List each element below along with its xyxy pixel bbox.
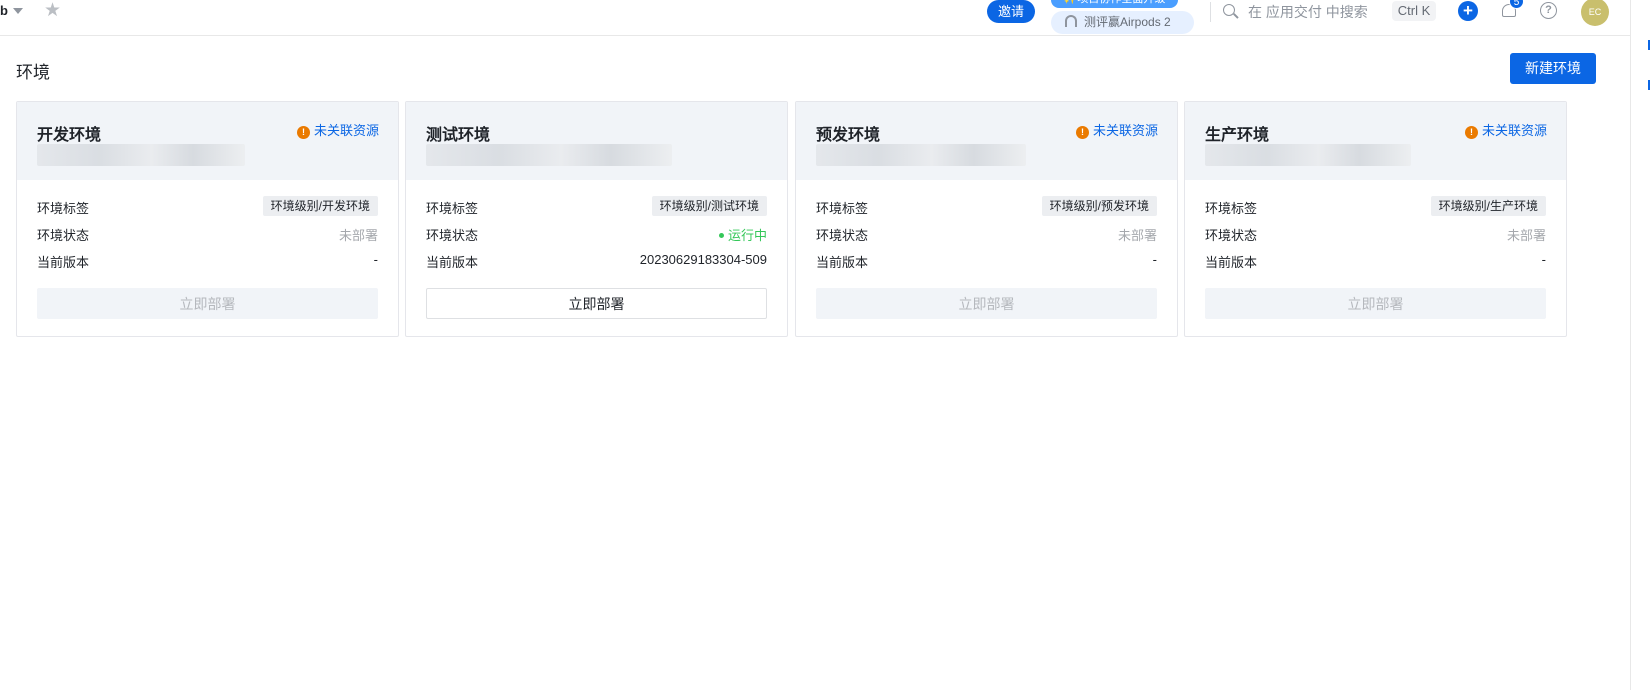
env-tag: 环境级别/开发环境 — [262, 196, 378, 216]
warning-icon: ! — [1075, 126, 1089, 139]
warning-label: 未关联资源 — [1092, 123, 1158, 138]
headphones-icon — [1065, 15, 1077, 27]
new-environment-button[interactable]: 新建环境 — [1510, 53, 1596, 84]
status-label: 环境状态 — [426, 228, 479, 243]
promo-banner-review[interactable]: 测评赢Airpods 2 — [1051, 11, 1194, 34]
warning-icon: ! — [296, 126, 310, 139]
blurred-meta — [426, 144, 672, 166]
warning-label: 未关联资源 — [1481, 123, 1547, 138]
version-row: 当前版本 - — [1205, 250, 1546, 270]
notification-badge: 5 — [1509, 0, 1524, 9]
env-tag: 环境级别/测试环境 — [651, 196, 767, 216]
tag-label: 环境标签 — [37, 201, 90, 216]
status-value: 未部署 — [338, 228, 378, 243]
avatar[interactable]: EC — [1581, 0, 1609, 26]
status-row: 环境状态 未部署 — [37, 223, 378, 243]
blurred-meta — [37, 144, 245, 166]
version-value: 20230629183304-509 — [639, 252, 767, 267]
promo-review-label: 测评赢Airpods 2 — [1084, 15, 1171, 29]
version-row: 当前版本 20230629183304-509 — [426, 250, 767, 270]
create-plus-icon[interactable]: + — [1458, 1, 1478, 21]
version-label: 当前版本 — [426, 255, 479, 270]
status-row: 环境状态 运行中 — [426, 223, 767, 243]
unlinked-resource-link[interactable]: ! 未关联资源 — [296, 120, 379, 139]
deploy-button[interactable]: 立即部署 — [1205, 288, 1546, 319]
environment-card-dev[interactable]: 开发环境 ! 未关联资源 环境标签 环境级别/开发环境 环境状态 未部署 当前版本… — [16, 101, 399, 337]
environment-card-prod[interactable]: 生产环境 ! 未关联资源 环境标签 环境级别/生产环境 环境状态 未部署 当前版本… — [1184, 101, 1567, 337]
chevron-down-icon[interactable] — [13, 8, 23, 14]
version-label: 当前版本 — [1205, 255, 1258, 270]
env-tag: 环境级别/预发环境 — [1041, 196, 1157, 216]
version-label: 当前版本 — [816, 255, 869, 270]
deploy-button[interactable]: 立即部署 — [426, 288, 767, 319]
environment-card-test[interactable]: 测试环境 环境标签 环境级别/测试环境 环境状态 运行中 当前版本 202306… — [405, 101, 788, 337]
version-label: 当前版本 — [37, 255, 90, 270]
status-label: 环境状态 — [816, 228, 869, 243]
version-value: - — [1541, 252, 1546, 267]
card-header: 测试环境 — [406, 102, 787, 180]
star-icon[interactable]: ★ — [44, 1, 61, 21]
unlinked-resource-link[interactable]: ! 未关联资源 — [1075, 120, 1158, 139]
version-value: - — [1152, 252, 1157, 267]
unlinked-resource-link[interactable]: ! 未关联资源 — [1464, 120, 1547, 139]
warning-label: 未关联资源 — [313, 123, 379, 138]
card-header: 开发环境 ! 未关联资源 — [17, 102, 398, 180]
status-row: 环境状态 未部署 — [1205, 223, 1546, 243]
tag-label: 环境标签 — [816, 201, 869, 216]
tag-row: 环境标签 环境级别/开发环境 — [37, 196, 378, 216]
search-icon[interactable] — [1223, 4, 1235, 16]
right-side-panel-edge — [1630, 0, 1650, 690]
card-title: 测试环境 — [426, 127, 491, 144]
blurred-meta — [1205, 144, 1411, 166]
warning-icon: ! — [1464, 126, 1478, 139]
top-bar: b ★ 邀请 ✨项目协作全面升级 测评赢Airpods 2 在 应用交付 中搜索… — [0, 0, 1650, 36]
version-row: 当前版本 - — [816, 250, 1157, 270]
promo-banner-upgrade[interactable]: ✨项目协作全面升级 — [1051, 0, 1178, 8]
invite-button[interactable]: 邀请 — [987, 0, 1035, 23]
status-label: 环境状态 — [37, 228, 90, 243]
version-value: - — [373, 252, 378, 267]
deploy-button[interactable]: 立即部署 — [37, 288, 378, 319]
tag-label: 环境标签 — [1205, 201, 1258, 216]
status-row: 环境状态 未部署 — [816, 223, 1157, 243]
deploy-button[interactable]: 立即部署 — [816, 288, 1157, 319]
card-title: 生产环境 — [1205, 127, 1270, 144]
search-input[interactable]: 在 应用交付 中搜索 — [1248, 2, 1368, 22]
env-tag: 环境级别/生产环境 — [1430, 196, 1546, 216]
status-value: 未部署 — [1506, 228, 1546, 243]
tag-row: 环境标签 环境级别/测试环境 — [426, 196, 767, 216]
page-title: 环境 — [16, 63, 50, 82]
search-shortcut: Ctrl K — [1392, 1, 1436, 21]
status-value: 运行中 — [719, 225, 767, 244]
tag-row: 环境标签 环境级别/预发环境 — [816, 196, 1157, 216]
blurred-meta — [816, 144, 1026, 166]
status-value: 未部署 — [1117, 228, 1157, 243]
card-title: 预发环境 — [816, 127, 881, 144]
environment-card-staging[interactable]: 预发环境 ! 未关联资源 环境标签 环境级别/预发环境 环境状态 未部署 当前版本… — [795, 101, 1178, 337]
tag-row: 环境标签 环境级别/生产环境 — [1205, 196, 1546, 216]
card-title: 开发环境 — [37, 127, 102, 144]
version-row: 当前版本 - — [37, 250, 378, 270]
divider — [1210, 2, 1211, 22]
tag-label: 环境标签 — [426, 201, 479, 216]
project-name[interactable]: b — [0, 3, 8, 18]
card-header: 预发环境 ! 未关联资源 — [796, 102, 1177, 180]
card-header: 生产环境 ! 未关联资源 — [1185, 102, 1566, 180]
status-label: 环境状态 — [1205, 228, 1258, 243]
help-icon[interactable]: ? — [1540, 2, 1557, 19]
